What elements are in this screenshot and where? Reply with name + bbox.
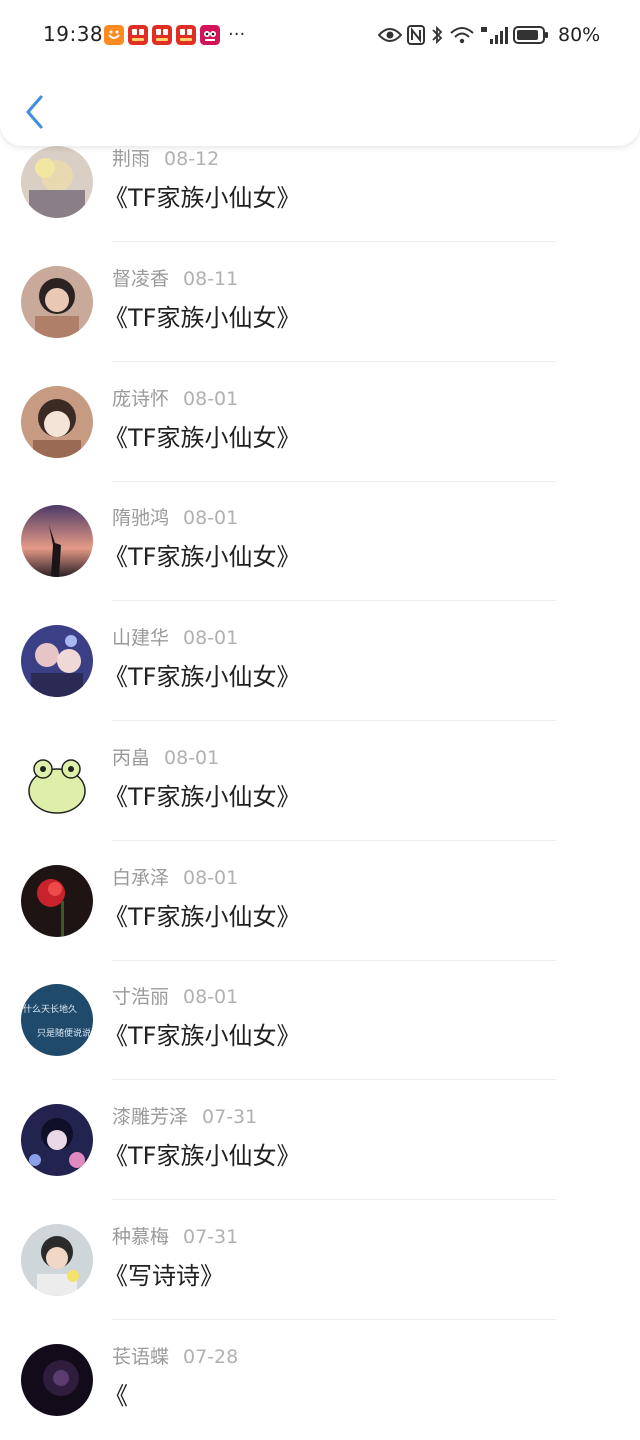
chevron-left-icon <box>26 95 43 129</box>
tmall-icon <box>200 25 220 45</box>
author-name: 苌语蝶 <box>112 1346 170 1368</box>
post-date: 07-31 <box>202 1106 258 1128</box>
list-item[interactable]: 白承泽 08-01 《TF家族小仙女》 <box>0 841 640 961</box>
avatar[interactable] <box>21 625 93 697</box>
avatar[interactable] <box>21 266 93 338</box>
avatar[interactable] <box>21 865 93 937</box>
author-name: 庞诗怀 <box>112 388 170 410</box>
author-line: 漆雕芳泽 07-31 <box>112 1102 257 1129</box>
pinduoduo-icon <box>128 25 148 45</box>
list-item[interactable]: 督凌香 08-11 《TF家族小仙女》 <box>0 242 640 362</box>
author-line: 荆雨 08-12 <box>112 144 219 171</box>
author-line: 山建华 08-01 <box>112 623 238 650</box>
system-icons: 80% <box>378 22 600 48</box>
signal-icon <box>481 27 508 44</box>
post-date: 07-31 <box>183 1226 239 1248</box>
author-line: 隋驰鸿 08-01 <box>112 503 238 530</box>
poem-title[interactable]: 《 <box>104 1376 128 1411</box>
post-date: 08-01 <box>183 507 239 529</box>
nfc-icon <box>407 25 425 45</box>
list-item[interactable]: 庞诗怀 08-01 《TF家族小仙女》 <box>0 362 640 482</box>
avatar[interactable] <box>21 505 93 577</box>
post-date: 08-12 <box>164 148 220 170</box>
author-name: 隋驰鸿 <box>112 507 170 529</box>
poem-title[interactable]: 《写诗诗》 <box>104 1256 224 1291</box>
author-line: 督凌香 08-11 <box>112 264 238 291</box>
avatar[interactable]: 什么天长地久 只是随便说说 <box>21 984 93 1056</box>
poem-title[interactable]: 《TF家族小仙女》 <box>104 298 300 333</box>
poem-list: 荆雨 08-12 《TF家族小仙女》 督凌香 08-11 《TF家族小仙女》 庞诗怀… <box>0 0 640 1416</box>
notification-icons: ··· <box>104 24 245 46</box>
list-item[interactable]: 丙畠 08-01 《TF家族小仙女》 <box>0 721 640 841</box>
avatar-caption-line-1: 什么天长地久 <box>23 1003 77 1015</box>
more-notifications-indicator: ··· <box>228 24 246 45</box>
author-line: 苌语蝶 07-28 <box>112 1342 238 1369</box>
poem-title[interactable]: 《TF家族小仙女》 <box>104 777 300 812</box>
author-line: 白承泽 08-01 <box>112 863 238 890</box>
bluetooth-icon <box>432 25 443 45</box>
poem-title[interactable]: 《TF家族小仙女》 <box>104 178 300 213</box>
author-name: 种慕梅 <box>112 1226 170 1248</box>
poem-title[interactable]: 《TF家族小仙女》 <box>104 1136 300 1171</box>
post-date: 08-01 <box>183 388 239 410</box>
list-item[interactable]: 山建华 08-01 《TF家族小仙女》 <box>0 601 640 721</box>
status-time: 19:38 <box>43 22 104 46</box>
post-date: 08-01 <box>183 986 239 1008</box>
avatar-caption-line-2: 只是随便说说 <box>37 1027 91 1039</box>
poem-title[interactable]: 《TF家族小仙女》 <box>104 418 300 453</box>
list-item[interactable]: 隋驰鸿 08-01 《TF家族小仙女》 <box>0 481 640 601</box>
author-name: 漆雕芳泽 <box>112 1106 189 1128</box>
author-name: 山建华 <box>112 627 170 649</box>
post-date: 08-11 <box>183 268 239 290</box>
taobao-icon <box>104 25 124 45</box>
avatar[interactable] <box>21 1344 93 1416</box>
top-bar: 19:38 ··· 80% <box>0 0 640 146</box>
author-line: 寸浩丽 08-01 <box>112 982 238 1009</box>
list-item[interactable]: 苌语蝶 07-28 《 <box>0 1320 640 1440</box>
author-line: 丙畠 08-01 <box>112 743 219 770</box>
back-button[interactable] <box>18 90 58 134</box>
eye-icon <box>378 28 402 42</box>
list-item[interactable]: 种慕梅 07-31 《写诗诗》 <box>0 1200 640 1320</box>
author-name: 荆雨 <box>112 148 151 170</box>
poem-title[interactable]: 《TF家族小仙女》 <box>104 1016 300 1051</box>
avatar[interactable] <box>21 1224 93 1296</box>
avatar[interactable] <box>21 1104 93 1176</box>
pinduoduo-icon <box>176 25 196 45</box>
poem-title[interactable]: 《TF家族小仙女》 <box>104 537 300 572</box>
post-date: 08-01 <box>183 867 239 889</box>
author-line: 庞诗怀 08-01 <box>112 384 238 411</box>
post-date: 08-01 <box>183 627 239 649</box>
author-name: 白承泽 <box>112 867 170 889</box>
avatar[interactable] <box>21 386 93 458</box>
pinduoduo-icon <box>152 25 172 45</box>
poem-title[interactable]: 《TF家族小仙女》 <box>104 897 300 932</box>
battery-icon <box>513 26 548 44</box>
post-date: 07-28 <box>183 1346 239 1368</box>
list-item[interactable]: 什么天长地久 只是随便说说 寸浩丽 08-01 《TF家族小仙女》 <box>0 960 640 1080</box>
poem-title[interactable]: 《TF家族小仙女》 <box>104 657 300 692</box>
avatar[interactable] <box>21 745 93 817</box>
author-name: 督凌香 <box>112 268 170 290</box>
wifi-icon <box>450 27 474 44</box>
author-name: 丙畠 <box>112 747 151 769</box>
author-line: 种慕梅 07-31 <box>112 1222 238 1249</box>
author-name: 寸浩丽 <box>112 986 170 1008</box>
avatar[interactable] <box>21 146 93 218</box>
list-item[interactable]: 漆雕芳泽 07-31 《TF家族小仙女》 <box>0 1080 640 1200</box>
post-date: 08-01 <box>164 747 220 769</box>
status-bar: 19:38 ··· 80% <box>0 0 640 70</box>
battery-percent: 80% <box>558 24 601 46</box>
